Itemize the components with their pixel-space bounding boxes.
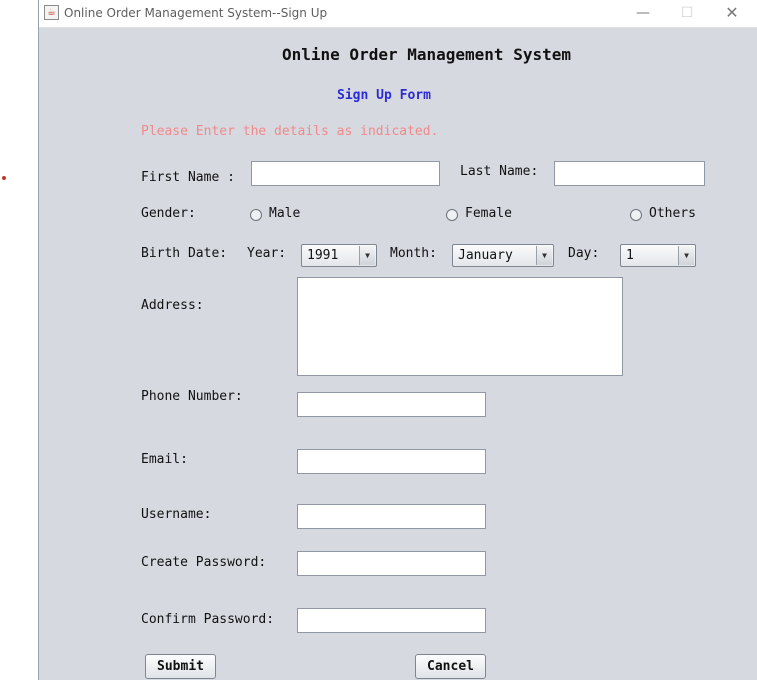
year-label: Year: bbox=[247, 246, 287, 261]
confirm-password-label: Confirm Password: bbox=[141, 612, 275, 627]
first-name-field[interactable] bbox=[251, 161, 440, 186]
minimize-icon[interactable]: — bbox=[623, 2, 663, 24]
day-label: Day: bbox=[568, 246, 600, 261]
maximize-icon[interactable]: ☐ bbox=[667, 2, 707, 24]
first-name-label: First Name : bbox=[141, 170, 235, 185]
day-select[interactable]: 1 ▼ bbox=[620, 244, 696, 267]
dropdown-arrow-icon[interactable]: ▼ bbox=[678, 246, 694, 265]
last-name-field[interactable] bbox=[554, 161, 705, 186]
instruction-text: Please Enter the details as indicated. bbox=[141, 124, 439, 139]
red-dot-marker bbox=[2, 176, 6, 180]
dropdown-arrow-icon[interactable]: ▼ bbox=[359, 246, 375, 265]
birth-date-label: Birth Date: bbox=[141, 246, 228, 261]
signup-window: ☕ Online Order Management System--Sign U… bbox=[38, 0, 757, 680]
page-title: Online Order Management System bbox=[282, 45, 571, 64]
cancel-button[interactable]: Cancel bbox=[415, 654, 486, 679]
window-title: Online Order Management System--Sign Up bbox=[64, 6, 328, 20]
female-label: Female bbox=[465, 206, 512, 221]
last-name-label: Last Name: bbox=[460, 164, 539, 179]
username-label: Username: bbox=[141, 507, 212, 522]
address-label: Address: bbox=[141, 298, 204, 313]
others-label: Others bbox=[649, 206, 696, 221]
dropdown-arrow-icon[interactable]: ▼ bbox=[536, 246, 552, 265]
address-textarea[interactable] bbox=[297, 277, 623, 376]
submit-button[interactable]: Submit bbox=[145, 654, 216, 679]
create-password-field[interactable] bbox=[297, 551, 486, 576]
close-icon[interactable]: ✕ bbox=[712, 2, 752, 24]
create-password-label: Create Password: bbox=[141, 555, 267, 570]
others-radio[interactable] bbox=[630, 209, 642, 221]
year-select[interactable]: 1991 ▼ bbox=[301, 244, 377, 267]
email-field[interactable] bbox=[297, 449, 486, 474]
female-radio[interactable] bbox=[446, 209, 458, 221]
gender-label: Gender: bbox=[141, 206, 196, 221]
username-field[interactable] bbox=[297, 504, 486, 529]
year-value: 1991 bbox=[307, 248, 339, 263]
month-select[interactable]: January ▼ bbox=[452, 244, 554, 267]
male-radio[interactable] bbox=[250, 209, 262, 221]
title-bar: ☕ Online Order Management System--Sign U… bbox=[39, 0, 757, 28]
month-label: Month: bbox=[390, 246, 437, 261]
male-label: Male bbox=[269, 206, 301, 221]
confirm-password-field[interactable] bbox=[297, 608, 486, 633]
month-value: January bbox=[458, 248, 513, 263]
java-cup-icon: ☕ bbox=[44, 5, 59, 20]
phone-label: Phone Number: bbox=[141, 389, 243, 404]
phone-field[interactable] bbox=[297, 392, 486, 417]
email-label: Email: bbox=[141, 452, 188, 467]
form-subtitle: Sign Up Form bbox=[337, 88, 431, 103]
day-value: 1 bbox=[626, 248, 634, 263]
